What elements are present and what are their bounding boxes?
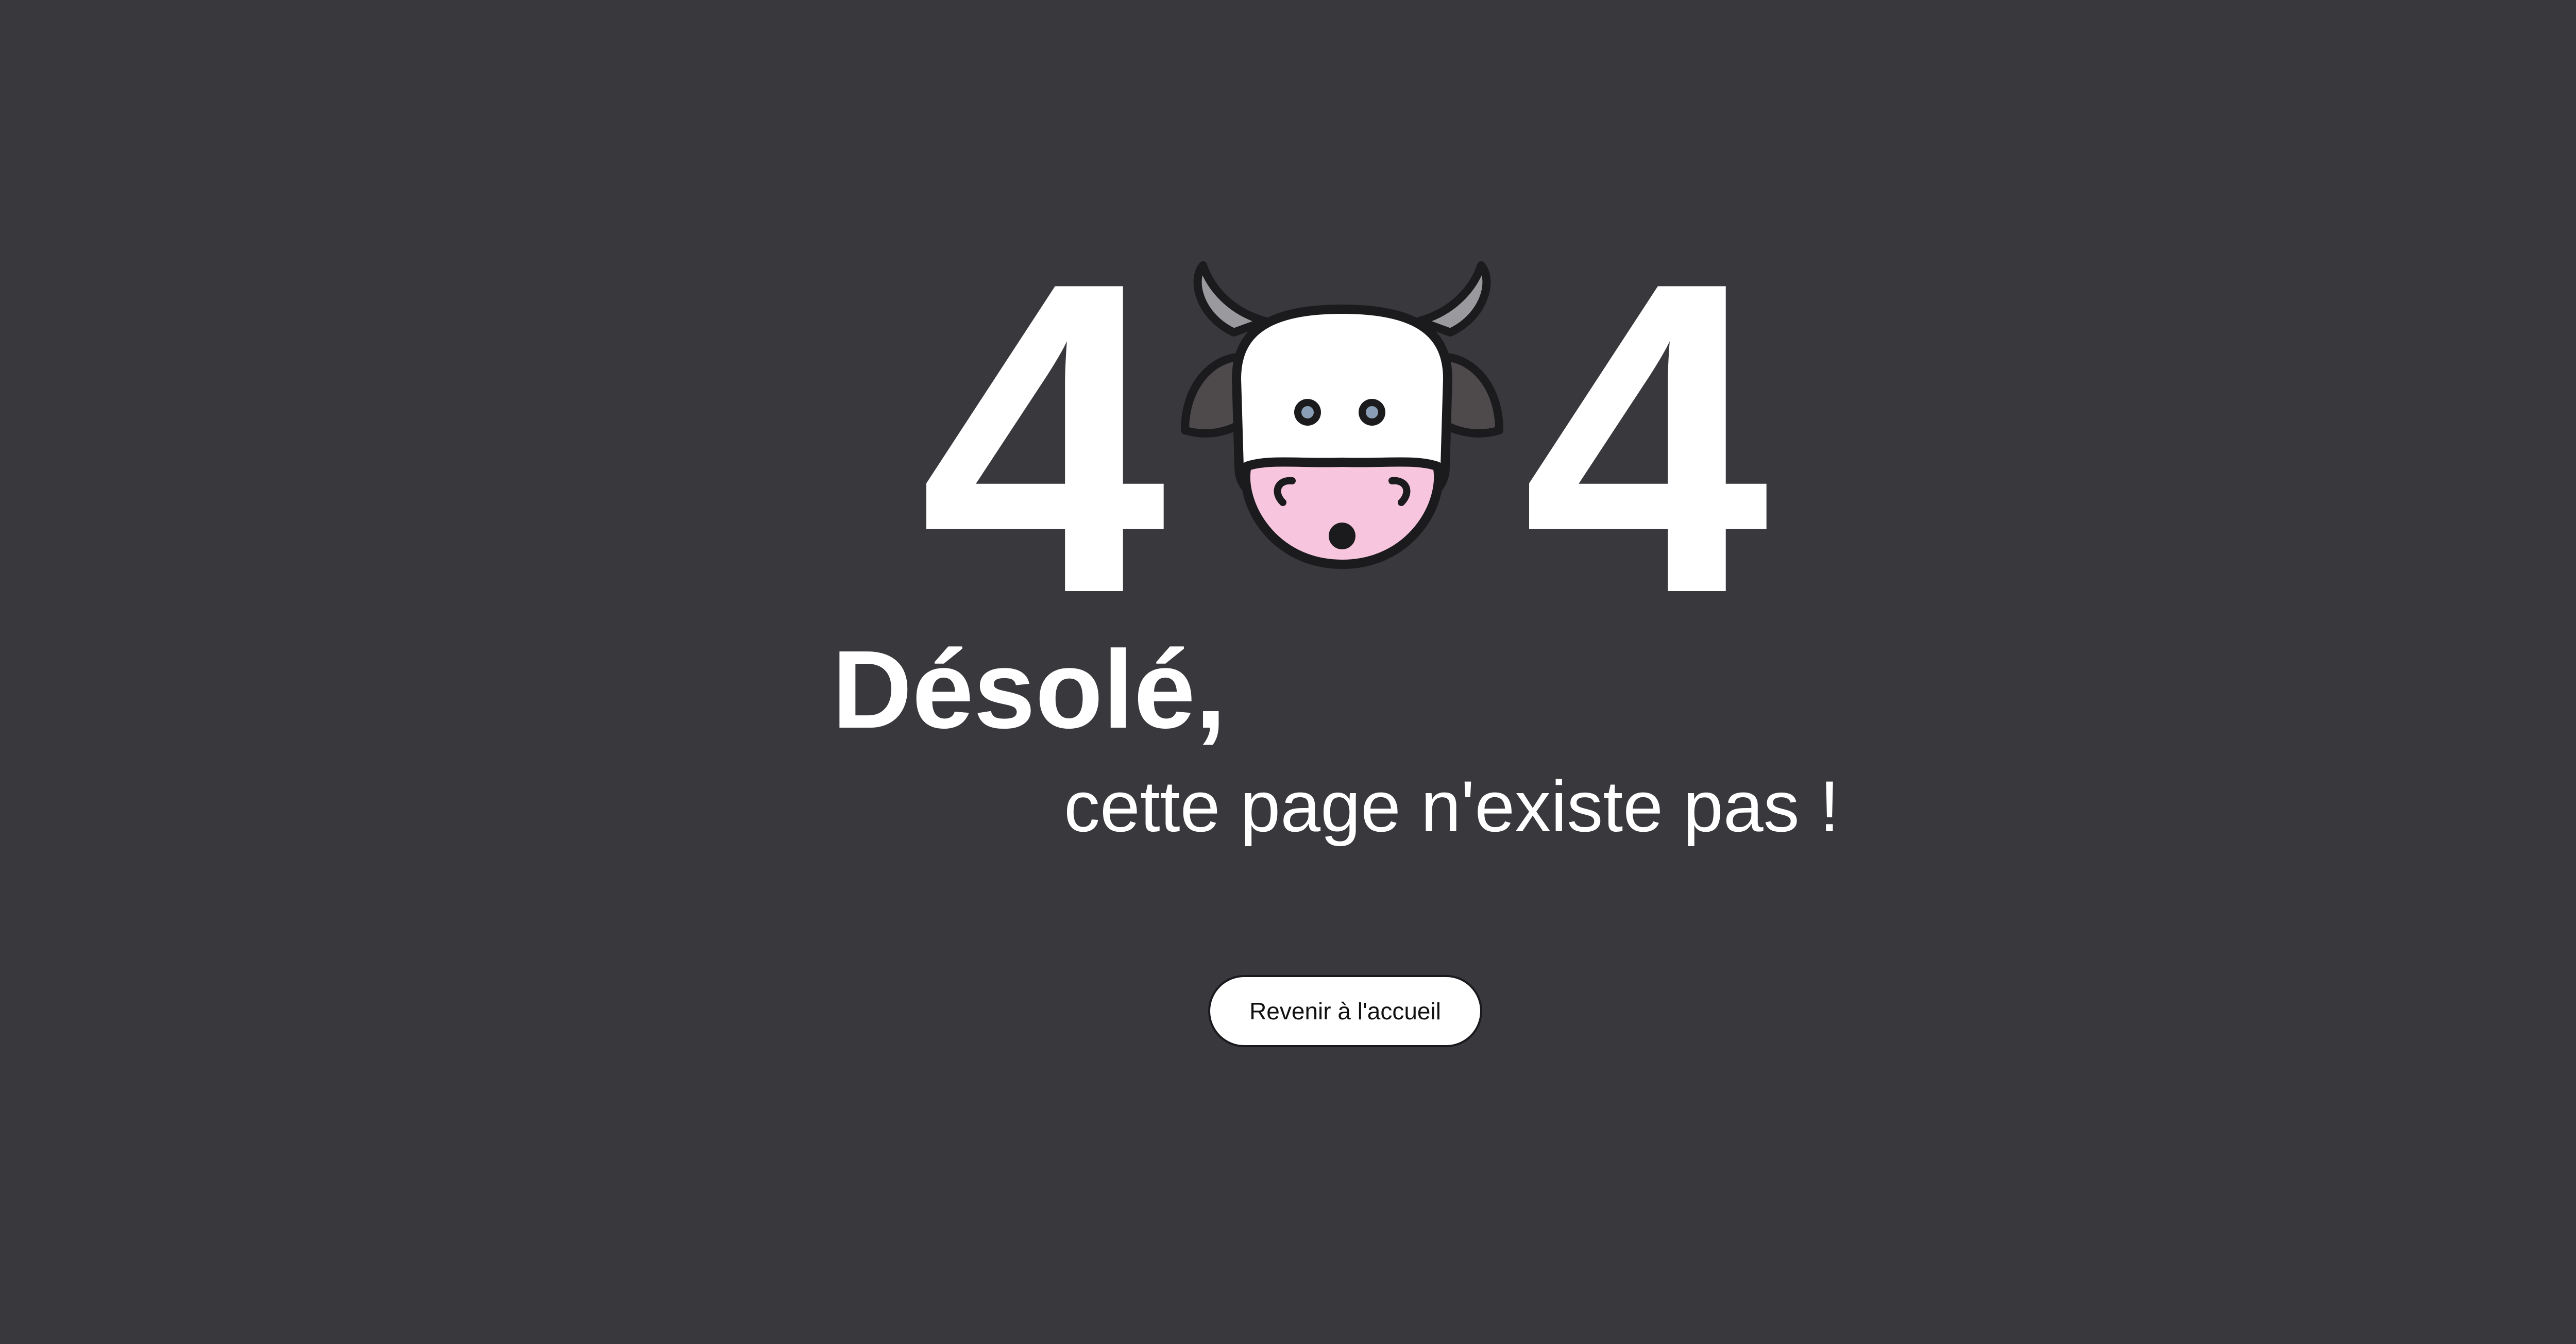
error-code-digit-right: 4 xyxy=(1522,190,1769,685)
page-title: Désolé, xyxy=(832,627,1226,751)
cow-face-icon xyxy=(1175,260,1510,569)
error-code-digit-left: 4 xyxy=(920,190,1166,685)
error-page: 4 4 Désolé, cette page n'existe pas ! Re… xyxy=(0,0,2576,1344)
back-to-home-button[interactable]: Revenir à l'accueil xyxy=(1208,975,1482,1047)
error-message: cette page n'existe pas ! xyxy=(1064,766,1840,847)
